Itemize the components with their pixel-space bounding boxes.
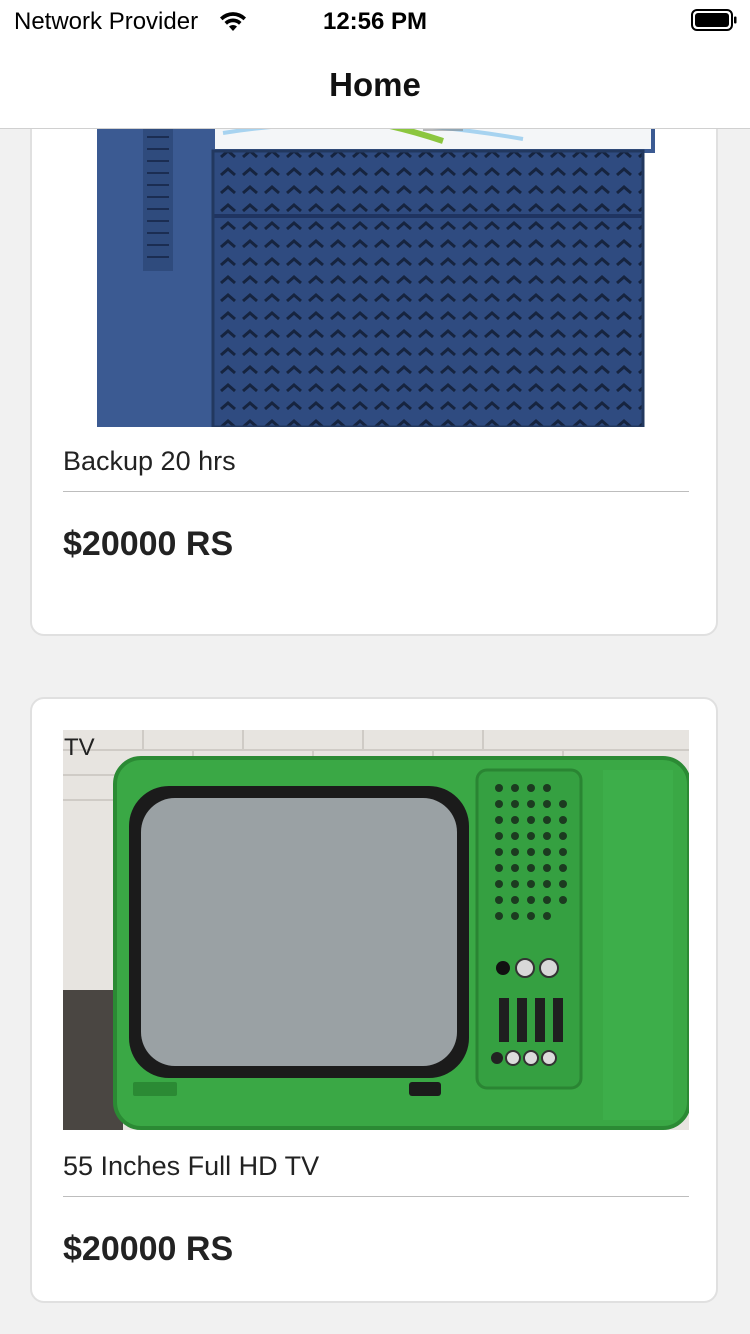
product-list[interactable]: Backup 20 hrs $20000 RS TV 55 Inches Ful… (0, 129, 750, 1334)
page-title: Home (329, 66, 421, 103)
navigation-bar: Home (0, 42, 750, 129)
divider (63, 1196, 689, 1197)
battery-icon (691, 9, 737, 31)
product-description: 55 Inches Full HD TV (63, 1151, 320, 1181)
product-category-label: TV (64, 734, 95, 761)
product-image: TV (63, 730, 689, 1130)
product-card[interactable]: TV 55 Inches Full HD TV $20000 RS (30, 697, 718, 1303)
product-card[interactable]: Backup 20 hrs $20000 RS (30, 129, 718, 636)
divider (63, 491, 689, 492)
inverter-image (63, 129, 689, 427)
status-bar: Network Provider 12:56 PM (0, 0, 750, 42)
product-price: $20000 RS (63, 525, 234, 563)
product-image (63, 129, 689, 427)
product-price: $20000 RS (63, 1230, 234, 1268)
clock: 12:56 PM (322, 8, 428, 35)
green-tv-image (63, 730, 689, 1130)
product-description: Backup 20 hrs (63, 446, 236, 476)
